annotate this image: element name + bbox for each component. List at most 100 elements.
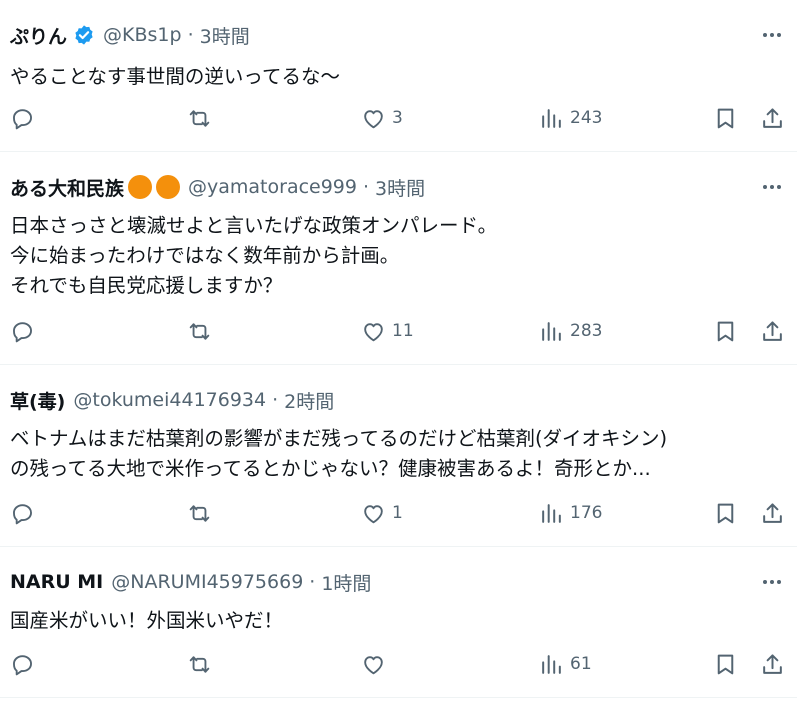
post[interactable]: NARU MI @NARUMI45975669 · 1時間 国産米がいい！外国米… (0, 547, 797, 698)
post-text: やることなす事世間の逆いってるな〜 (10, 62, 340, 92)
timestamp[interactable]: 3時間 (375, 174, 425, 201)
like-button[interactable]: 1 (361, 498, 403, 528)
repost-button[interactable] (187, 316, 218, 346)
post-text: 日本さっさと壊滅せよと言いたげな政策オンパレード。 今に始まったわけではなく数年… (10, 211, 497, 301)
views-icon (542, 321, 561, 341)
share-icon (763, 320, 782, 341)
like-count: 1 (392, 503, 403, 523)
separator: · (272, 389, 279, 411)
bookmark-button[interactable] (713, 316, 738, 346)
view-count: 176 (570, 503, 603, 523)
share-button[interactable] (760, 649, 785, 679)
handle[interactable]: @KBs1p (103, 24, 182, 46)
views-button[interactable]: 283 (539, 316, 602, 346)
reply-button[interactable] (10, 649, 41, 679)
reply-button[interactable] (10, 103, 41, 133)
action-bar: 1 176 (0, 498, 797, 528)
bookmark-button[interactable] (713, 649, 738, 679)
repost-icon (189, 504, 210, 522)
view-count: 61 (570, 654, 592, 674)
separator: · (362, 176, 370, 198)
bookmark-icon (717, 108, 734, 128)
bookmark-icon (717, 321, 734, 341)
more-icon[interactable] (759, 24, 785, 46)
handle[interactable]: @tokumei44176934 (73, 389, 266, 411)
post-text-line: 国産米がいい！外国米いやだ！ (10, 609, 284, 632)
share-icon (763, 107, 782, 128)
separator: · (309, 571, 316, 593)
share-button[interactable] (760, 316, 785, 346)
view-count: 243 (570, 108, 603, 128)
reply-button[interactable] (10, 316, 41, 346)
action-bar: 61 (0, 649, 797, 679)
repost-icon (189, 109, 210, 127)
display-name[interactable]: ぷりん (10, 22, 67, 49)
bookmark-icon (717, 503, 734, 523)
more-icon[interactable] (759, 571, 785, 593)
display-name[interactable]: ある大和民族 (10, 174, 124, 201)
post[interactable]: ぷりん @KBs1p · 3時間 やることなす事世間の逆いってるな〜 3 243 (0, 0, 797, 152)
views-button[interactable]: 176 (539, 498, 602, 528)
post-text-line: 日本さっさと壊滅せよと言いたげな政策オンパレード。 (10, 214, 498, 237)
post[interactable]: 草(毒) @tokumei44176934 · 2時間 ベトナムはまだ枯葉剤の影… (0, 365, 797, 547)
reply-icon (13, 654, 32, 675)
post-header: 草(毒) @tokumei44176934 · 2時間 (10, 387, 334, 413)
display-name[interactable]: 草(毒) (10, 387, 65, 414)
action-bar: 11 283 (0, 316, 797, 346)
display-name[interactable]: NARU MI (10, 571, 103, 593)
orange-circle-emoji (156, 175, 181, 199)
bookmark-button[interactable] (713, 103, 738, 133)
post-header: ぷりん @KBs1p · 3時間 (10, 22, 250, 48)
heart-icon (364, 504, 383, 523)
view-count: 283 (570, 321, 603, 341)
views-icon (542, 503, 561, 523)
bookmark-icon (717, 654, 734, 674)
like-button[interactable]: 11 (361, 316, 414, 346)
post-text-line: 今に始まったわけではなく数年前から計画。 (10, 244, 400, 267)
repost-button[interactable] (187, 649, 218, 679)
views-button[interactable]: 61 (539, 649, 592, 679)
reply-icon (13, 108, 32, 129)
post-header: NARU MI @NARUMI45975669 · 1時間 (10, 569, 371, 595)
like-count: 3 (392, 108, 403, 128)
separator: · (187, 24, 194, 46)
post[interactable]: ある大和民族 @yamatorace999 · 3時間 日本さっさと壊滅せよと言… (0, 152, 797, 365)
reply-button[interactable] (10, 498, 41, 528)
verified-badge-icon (73, 24, 95, 46)
repost-button[interactable] (187, 498, 218, 528)
post-text-line: やることなす事世間の逆いってるな〜 (10, 65, 340, 88)
views-icon (542, 654, 561, 674)
repost-icon (189, 655, 210, 673)
more-icon[interactable] (759, 176, 785, 198)
post-text-line: ベトナムはまだ枯葉剤の影響がまだ残ってるのだけど枯葉剤(ダイオキシン) (10, 427, 668, 450)
like-button[interactable]: 3 (361, 103, 403, 133)
like-count: 11 (392, 321, 414, 341)
post-text: ベトナムはまだ枯葉剤の影響がまだ残ってるのだけど枯葉剤(ダイオキシン) の残って… (10, 424, 667, 484)
repost-button[interactable] (187, 103, 218, 133)
heart-icon (364, 109, 383, 128)
heart-icon (364, 655, 383, 674)
reply-icon (13, 321, 32, 342)
like-button[interactable] (361, 649, 392, 679)
bookmark-button[interactable] (713, 498, 738, 528)
post-text-line: の残ってる大地で米作ってるとかじゃない？健康被害あるよ！奇形とか... (10, 457, 651, 480)
views-button[interactable]: 243 (539, 103, 602, 133)
timestamp[interactable]: 2時間 (284, 387, 334, 414)
share-icon (763, 653, 782, 674)
handle[interactable]: @yamatorace999 (188, 176, 357, 198)
handle[interactable]: @NARUMI45975669 (111, 571, 303, 593)
post-text-line: それでも自民党応援しますか？ (10, 274, 283, 297)
views-icon (542, 108, 561, 128)
timestamp[interactable]: 1時間 (321, 569, 371, 596)
share-button[interactable] (760, 498, 785, 528)
orange-circle-emoji (128, 175, 153, 199)
repost-icon (189, 322, 210, 340)
heart-icon (364, 322, 383, 341)
share-icon (763, 502, 782, 523)
reply-feed: ぷりん @KBs1p · 3時間 やることなす事世間の逆いってるな〜 3 243… (0, 0, 797, 698)
post-header: ある大和民族 @yamatorace999 · 3時間 (10, 174, 425, 200)
share-button[interactable] (760, 103, 785, 133)
post-text: 国産米がいい！外国米いやだ！ (10, 606, 283, 636)
reply-icon (13, 503, 32, 524)
timestamp[interactable]: 3時間 (200, 22, 250, 49)
